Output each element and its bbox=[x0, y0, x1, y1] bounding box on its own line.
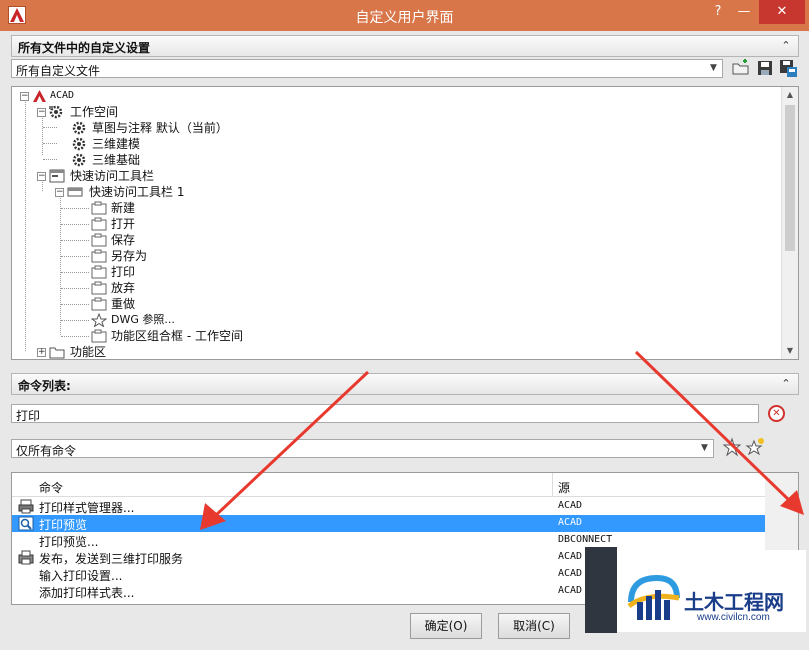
annotation-arrow-left-line bbox=[212, 370, 370, 519]
watermark-url: www.civilcn.com bbox=[697, 612, 770, 623]
annotation-arrow-right-line bbox=[634, 350, 793, 504]
watermark-name: 土木工程网 bbox=[684, 590, 784, 614]
annotation-arrow-left-head bbox=[200, 503, 226, 530]
watermark-dark-strip bbox=[585, 547, 617, 633]
watermark-logo-icon bbox=[627, 574, 680, 620]
